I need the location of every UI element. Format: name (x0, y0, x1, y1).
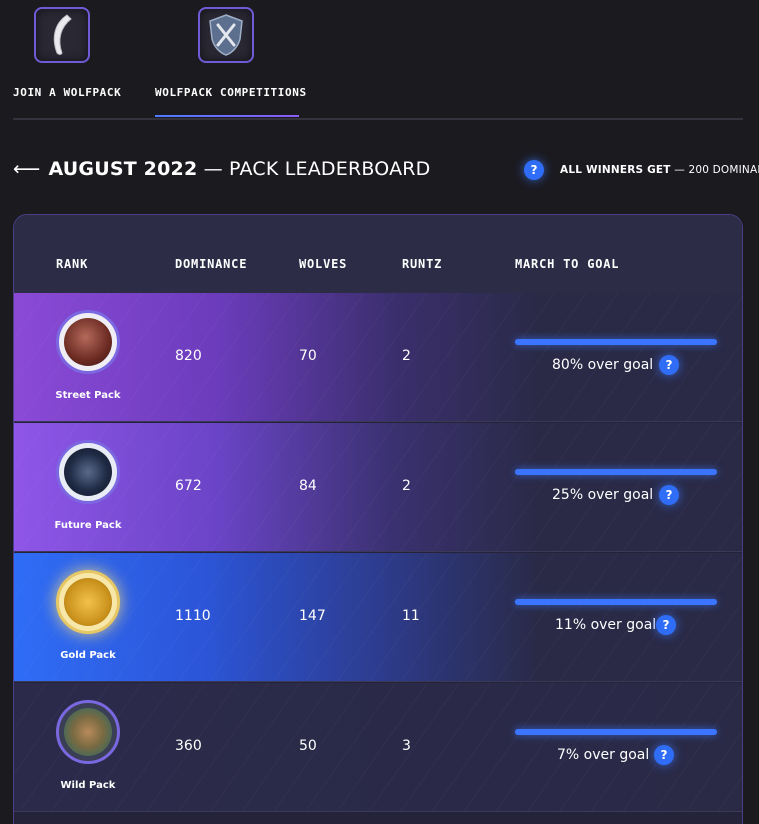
tab-divider (13, 118, 743, 120)
runtz-value: 2 (402, 478, 411, 494)
tab-join-a-wolfpack[interactable]: JOIN A WOLFPACK (13, 0, 123, 118)
tab-wolfpack-competitions[interactable]: WOLFPACK COMPETITIONS (155, 0, 306, 118)
street-pack-emblem-icon (56, 310, 120, 374)
future-pack-emblem-icon (56, 440, 120, 504)
runtz-value: 11 (402, 608, 420, 624)
table-row[interactable]: Wild Pack 360 50 3 7% over goal ? (14, 683, 742, 812)
column-header-runtz: RUNTZ (402, 257, 443, 271)
active-tab-indicator (155, 115, 299, 117)
gold-pack-emblem-icon (56, 570, 120, 634)
winners-label: ALL WINNERS GET (560, 164, 671, 176)
goal-status-text: 11% over goal (555, 617, 657, 633)
tab-label: WOLFPACK COMPETITIONS (155, 86, 307, 99)
leaderboard-title: ⟵ AUGUST 2022 — PACK LEADERBOARD (13, 158, 431, 180)
leaderboard-title-text: — PACK LEADERBOARD (197, 158, 431, 180)
runtz-value: 2 (402, 348, 411, 364)
goal-status-text: 7% over goal (557, 747, 650, 763)
dominance-value: 672 (175, 478, 202, 494)
wolves-value: 147 (299, 608, 326, 624)
wolves-value: 70 (299, 348, 317, 364)
winners-reward-text: ALL WINNERS GET — 200 DOMINANCE (560, 164, 759, 176)
emblem-inner (64, 448, 112, 496)
goal-progress-bar (515, 599, 717, 605)
pack-name: Gold Pack (60, 650, 116, 661)
winners-info: ? ALL WINNERS GET — 200 DOMINANCE (524, 160, 759, 180)
help-icon[interactable]: ? (659, 485, 679, 505)
tab-label: JOIN A WOLFPACK (13, 86, 122, 99)
back-arrow-icon[interactable]: ⟵ (13, 158, 40, 180)
table-row[interactable]: Gold Pack 1110 147 11 11% over goal ? (14, 553, 742, 682)
goal-progress-bar (515, 469, 717, 475)
help-icon[interactable]: ? (524, 160, 544, 180)
claw-icon (34, 7, 90, 63)
dominance-value: 820 (175, 348, 202, 364)
goal-progress-bar (515, 339, 717, 345)
pack-name: Street Pack (55, 390, 121, 401)
emblem-inner (64, 578, 112, 626)
wolves-value: 84 (299, 478, 317, 494)
emblem-inner (64, 318, 112, 366)
goal-status-text: 80% over goal (552, 357, 654, 373)
table-header: RANK DOMINANCE WOLVES RUNTZ MARCH TO GOA… (14, 215, 742, 293)
leaderboard-table: RANK DOMINANCE WOLVES RUNTZ MARCH TO GOA… (13, 214, 743, 824)
column-header-dominance: DOMINANCE (175, 257, 248, 271)
goal-status-text: 25% over goal (552, 487, 654, 503)
goal-progress-bar (515, 729, 717, 735)
winners-separator: — (670, 164, 689, 176)
crossed-shield-icon (198, 7, 254, 63)
help-icon[interactable]: ? (654, 745, 674, 765)
wild-pack-emblem-icon (56, 700, 120, 764)
winners-value: 200 DOMINANCE (688, 164, 759, 176)
column-header-march-to-goal: MARCH TO GOAL (515, 257, 620, 271)
dominance-value: 360 (175, 738, 202, 754)
pack-name: Future Pack (54, 520, 122, 531)
wolves-value: 50 (299, 738, 317, 754)
runtz-value: 3 (402, 738, 411, 754)
dominance-value: 1110 (175, 608, 211, 624)
month-label: AUGUST 2022 (48, 158, 198, 180)
pack-name: Wild Pack (60, 780, 116, 791)
help-icon[interactable]: ? (659, 355, 679, 375)
table-row[interactable]: Street Pack 820 70 2 80% over goal ? (14, 293, 742, 422)
tab-bar: JOIN A WOLFPACK WOLFPACK COMPETITIONS (13, 0, 743, 120)
help-icon[interactable]: ? (656, 615, 676, 635)
column-header-wolves: WOLVES (299, 257, 348, 271)
emblem-inner (64, 708, 112, 756)
table-row[interactable]: Future Pack 672 84 2 25% over goal ? (14, 423, 742, 552)
column-header-rank: RANK (56, 257, 89, 271)
